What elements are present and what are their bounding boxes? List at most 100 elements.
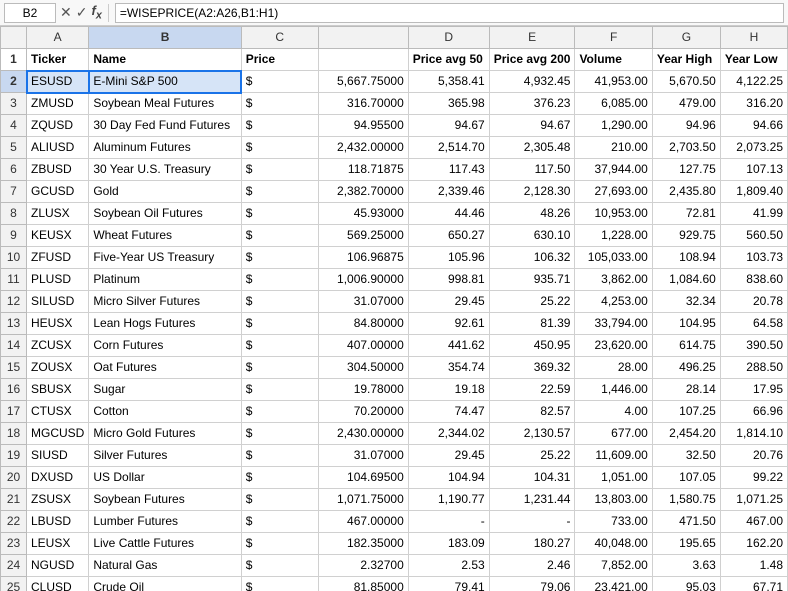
cell-year-low[interactable]: 67.71 xyxy=(720,577,787,591)
cell-volume[interactable]: 33,794.00 xyxy=(575,313,652,335)
cell-year-low[interactable]: 390.50 xyxy=(720,335,787,357)
cell-price-avg-200[interactable]: 2,128.30 xyxy=(489,181,575,203)
cell-price-avg-50[interactable]: 354.74 xyxy=(408,357,489,379)
cell-year-high[interactable]: 32.50 xyxy=(652,445,720,467)
cell-price[interactable]: 5,667.75000 xyxy=(318,71,408,93)
cell-ticker[interactable]: DXUSD xyxy=(27,467,89,489)
cell-ticker[interactable]: PLUSD xyxy=(27,269,89,291)
cell-year-low[interactable]: 20.78 xyxy=(720,291,787,313)
cell-name[interactable]: Crude Oil xyxy=(89,577,241,591)
cell-price-avg-200[interactable]: 180.27 xyxy=(489,533,575,555)
cell-price-avg-50[interactable]: 1,190.77 xyxy=(408,489,489,511)
cell-year-low[interactable]: 4,122.25 xyxy=(720,71,787,93)
cell-price-avg-50[interactable]: 94.67 xyxy=(408,115,489,137)
cell-price-avg-50[interactable]: 44.46 xyxy=(408,203,489,225)
cell-name[interactable]: Micro Silver Futures xyxy=(89,291,241,313)
cell-year-low[interactable]: 1,809.40 xyxy=(720,181,787,203)
cell-year-high[interactable]: 95.03 xyxy=(652,577,720,591)
cell-price-avg-50[interactable]: 365.98 xyxy=(408,93,489,115)
cell-volume[interactable]: 105,033.00 xyxy=(575,247,652,269)
cell-price-avg-50[interactable]: 29.45 xyxy=(408,291,489,313)
cell-ticker[interactable]: LBUSD xyxy=(27,511,89,533)
cell-volume[interactable]: 3,862.00 xyxy=(575,269,652,291)
header-price-avg-50[interactable]: Price avg 50 xyxy=(408,49,489,71)
cell-price[interactable]: 104.69500 xyxy=(318,467,408,489)
cell-price[interactable]: 2,430.00000 xyxy=(318,423,408,445)
cell-ticker[interactable]: NGUSD xyxy=(27,555,89,577)
fx-icon[interactable]: fx xyxy=(91,3,101,22)
cell-year-high[interactable]: 3.63 xyxy=(652,555,720,577)
cell-name[interactable]: Gold xyxy=(89,181,241,203)
cell-volume[interactable]: 1,228.00 xyxy=(575,225,652,247)
header-volume[interactable]: Volume xyxy=(575,49,652,71)
cell-ticker[interactable]: ZFUSD xyxy=(27,247,89,269)
header-name[interactable]: Name xyxy=(89,49,241,71)
cell-year-low[interactable]: 467.00 xyxy=(720,511,787,533)
cell-dollar-sign[interactable]: $ xyxy=(241,379,318,401)
cell-price[interactable]: 45.93000 xyxy=(318,203,408,225)
col-header-d[interactable]: D xyxy=(408,27,489,49)
cell-name[interactable]: US Dollar xyxy=(89,467,241,489)
cell-price-avg-200[interactable]: 106.32 xyxy=(489,247,575,269)
cell-ticker[interactable]: ZCUSX xyxy=(27,335,89,357)
cell-reference-box[interactable]: B2 xyxy=(4,3,56,23)
cell-dollar-sign[interactable]: $ xyxy=(241,137,318,159)
cell-name[interactable]: Wheat Futures xyxy=(89,225,241,247)
cell-price-avg-50[interactable]: 104.94 xyxy=(408,467,489,489)
cell-price-avg-200[interactable]: 2.46 xyxy=(489,555,575,577)
cell-ticker[interactable]: ZLUSX xyxy=(27,203,89,225)
cell-price-avg-200[interactable]: 935.71 xyxy=(489,269,575,291)
cell-volume[interactable]: 10,953.00 xyxy=(575,203,652,225)
cell-ticker[interactable]: SILUSD xyxy=(27,291,89,313)
cell-price[interactable]: 31.07000 xyxy=(318,445,408,467)
cell-name[interactable]: Aluminum Futures xyxy=(89,137,241,159)
cell-price[interactable]: 1,071.75000 xyxy=(318,489,408,511)
cell-volume[interactable]: 13,803.00 xyxy=(575,489,652,511)
cell-price-avg-200[interactable]: 117.50 xyxy=(489,159,575,181)
cell-price[interactable]: 84.80000 xyxy=(318,313,408,335)
cell-dollar-sign[interactable]: $ xyxy=(241,313,318,335)
cell-name[interactable]: Lean Hogs Futures xyxy=(89,313,241,335)
cell-ticker[interactable]: MGCUSD xyxy=(27,423,89,445)
cell-year-high[interactable]: 2,703.50 xyxy=(652,137,720,159)
cell-price[interactable]: 2,432.00000 xyxy=(318,137,408,159)
cell-price-avg-50[interactable]: 19.18 xyxy=(408,379,489,401)
cell-price-avg-50[interactable]: 2.53 xyxy=(408,555,489,577)
cell-year-high[interactable]: 479.00 xyxy=(652,93,720,115)
cell-name[interactable]: E-Mini S&P 500 xyxy=(89,71,241,93)
cell-dollar-sign[interactable]: $ xyxy=(241,93,318,115)
cell-year-low[interactable]: 162.20 xyxy=(720,533,787,555)
cell-volume[interactable]: 23,620.00 xyxy=(575,335,652,357)
cell-dollar-sign[interactable]: $ xyxy=(241,225,318,247)
cell-ticker[interactable]: SIUSD xyxy=(27,445,89,467)
cell-price-avg-200[interactable]: 25.22 xyxy=(489,291,575,313)
col-header-c[interactable]: C xyxy=(241,27,318,49)
cell-year-high[interactable]: 104.95 xyxy=(652,313,720,335)
cell-volume[interactable]: 1,290.00 xyxy=(575,115,652,137)
cell-dollar-sign[interactable]: $ xyxy=(241,467,318,489)
cell-ticker[interactable]: ZQUSD xyxy=(27,115,89,137)
cell-ticker[interactable]: ZSUSX xyxy=(27,489,89,511)
cell-volume[interactable]: 677.00 xyxy=(575,423,652,445)
cell-name[interactable]: Micro Gold Futures xyxy=(89,423,241,445)
cell-price-avg-50[interactable]: 105.96 xyxy=(408,247,489,269)
header-year-high[interactable]: Year High xyxy=(652,49,720,71)
header-year-low[interactable]: Year Low xyxy=(720,49,787,71)
cell-year-high[interactable]: 5,670.50 xyxy=(652,71,720,93)
cell-name[interactable]: Soybean Futures xyxy=(89,489,241,511)
cell-price-avg-50[interactable]: 92.61 xyxy=(408,313,489,335)
cell-name[interactable]: Silver Futures xyxy=(89,445,241,467)
cell-price-avg-200[interactable]: 48.26 xyxy=(489,203,575,225)
header-price[interactable]: Price xyxy=(241,49,318,71)
cell-price-avg-200[interactable]: 81.39 xyxy=(489,313,575,335)
cell-price[interactable]: 70.20000 xyxy=(318,401,408,423)
cell-name[interactable]: Oat Futures xyxy=(89,357,241,379)
cell-price[interactable]: 182.35000 xyxy=(318,533,408,555)
cell-year-high[interactable]: 929.75 xyxy=(652,225,720,247)
header-ticker[interactable]: Ticker xyxy=(27,49,89,71)
cell-price-avg-50[interactable]: 441.62 xyxy=(408,335,489,357)
cell-dollar-sign[interactable]: $ xyxy=(241,291,318,313)
cell-dollar-sign[interactable]: $ xyxy=(241,555,318,577)
cell-ticker[interactable]: HEUSX xyxy=(27,313,89,335)
cell-dollar-sign[interactable]: $ xyxy=(241,577,318,591)
